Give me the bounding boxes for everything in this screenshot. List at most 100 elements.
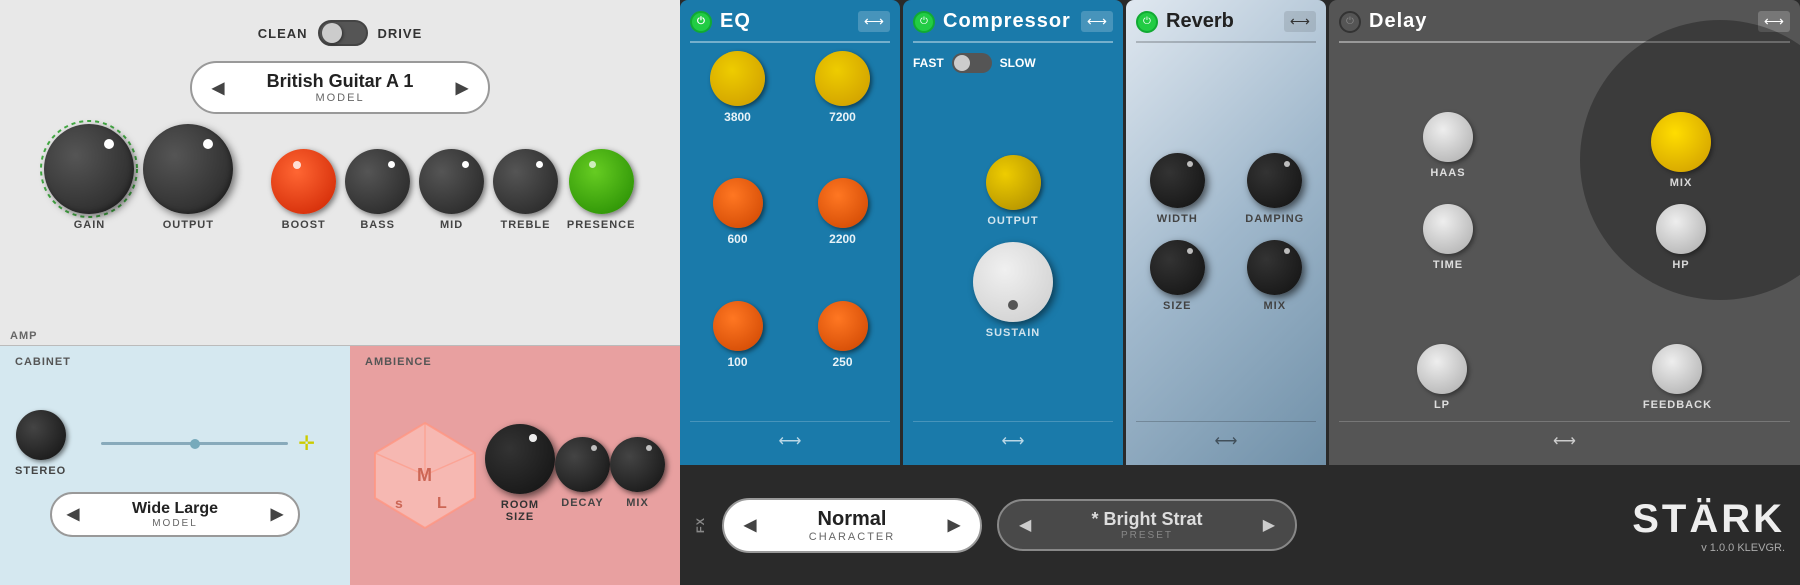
amp-knobs-row: GAIN OUTPUT BOOST BASS [30,124,650,231]
presence-label: PRESENCE [567,219,636,231]
eq-knob-3800[interactable] [710,51,765,106]
delay-lp-label: LP [1434,399,1450,411]
ambience-mix-label: MIX [626,497,649,509]
fast-slow-row: FAST SLOW [913,53,1113,73]
mid-knob[interactable] [419,149,484,214]
clean-drive-toggle[interactable] [318,20,368,46]
comp-expand-btn[interactable]: ⟷ [1081,11,1113,32]
character-arrow-right[interactable]: ▶ [948,515,960,535]
model-name: British Guitar A 1 [234,71,445,92]
slow-label: SLOW [1000,56,1036,70]
eq-freq-100: 100 [727,355,747,369]
comp-sustain-knob[interactable] [973,242,1053,322]
eq-band-3800: 3800 [690,51,785,168]
character-arrow-left[interactable]: ◀ [744,515,756,535]
cabinet-model-selector: ◀ Wide Large MODEL ▶ [50,492,300,537]
ambience-section: AMBIENCE M s L [350,346,680,585]
eq-expand-btn[interactable]: ⟷ [858,11,890,32]
preset-arrow-right[interactable]: ▶ [1263,515,1275,535]
delay-mix-knob[interactable] [1651,112,1711,172]
delay-hp-label: HP [1672,259,1689,271]
boost-knob[interactable] [271,149,336,214]
room-size-knob[interactable] [485,424,555,494]
eq-knob-250[interactable] [818,301,868,351]
reverb-expand-btn[interactable]: ⟷ [1284,11,1316,32]
reverb-damping-knob[interactable] [1247,153,1302,208]
comp-output-knob[interactable] [986,155,1041,210]
stark-logo-text: STÄRK [1632,497,1785,542]
delay-footer: ⟷ [1339,421,1790,455]
cube-icon: M s L [365,413,485,533]
eq-band-250: 250 [795,301,890,413]
delay-hp-knob[interactable] [1656,204,1706,254]
crosshair-icon: ✛ [298,431,315,456]
eq-band-600: 600 [690,178,785,290]
fast-label: FAST [913,56,944,70]
reverb-size-label: SIZE [1163,300,1191,312]
stark-maker: KLEVGR. [1737,542,1785,554]
delay-feedback-group: FEEDBACK [1643,344,1712,411]
slider-track[interactable] [101,442,288,445]
eq-freq-600: 600 [727,232,747,246]
delay-expand-footer[interactable]: ⟷ [1339,427,1790,455]
output-knob[interactable] [143,124,233,214]
decay-group: DECAY [555,437,610,509]
eq-power-btn[interactable]: ⏻ [690,11,712,33]
model-sub: MODEL [234,92,445,104]
preset-arrow-left[interactable]: ◀ [1019,515,1031,535]
ambience-mix-knob[interactable] [610,437,665,492]
bass-knob[interactable] [345,149,410,214]
stereo-knob[interactable] [16,410,66,460]
eq-knob-2200[interactable] [818,178,868,228]
eq-knob-600[interactable] [713,178,763,228]
cabinet-arrow-right[interactable]: ▶ [271,504,283,524]
presence-knob[interactable] [569,149,634,214]
toggle-knob [322,23,342,43]
output-label: OUTPUT [163,219,214,231]
delay-time-knob[interactable] [1423,204,1473,254]
reverb-size-knob[interactable] [1150,240,1205,295]
model-arrow-right[interactable]: ▶ [456,78,468,98]
preset-name: * Bright Strat [1041,509,1252,530]
room-size-label: ROOM SIZE [501,499,539,523]
fast-slow-toggle[interactable] [952,53,992,73]
eq-expand-footer[interactable]: ⟷ [690,427,890,455]
cabinet-controls: STEREO ✛ [15,410,335,477]
bass-group: BASS [345,149,410,231]
eq-knob-100[interactable] [713,301,763,351]
cabinet-label: CABINET [15,356,335,368]
delay-lp-knob2[interactable] [1417,344,1467,394]
comp-expand-footer[interactable]: ⟷ [913,427,1113,455]
comp-toggle-knob [954,55,970,71]
cabinet-arrow-left[interactable]: ◀ [67,504,79,524]
eq-band-2200: 2200 [795,178,890,290]
bottom-bar: FX ◀ Normal CHARACTER ▶ ◀ * Bright Strat… [680,465,1800,585]
decay-knob[interactable] [555,437,610,492]
reverb-expand-footer[interactable]: ⟷ [1136,427,1316,455]
reverb-mix-group: MIX [1234,240,1317,312]
comp-footer: ⟷ [913,421,1113,455]
amp-section: CLEAN DRIVE ◀ British Guitar A 1 MODEL ▶ [0,0,680,585]
comp-title: Compressor [943,10,1071,33]
comp-power-btn[interactable]: ⏻ [913,11,935,33]
reverb-mix-knob[interactable] [1247,240,1302,295]
delay-power-btn[interactable]: ⏻ [1339,11,1361,33]
comp-sustain-label: SUSTAIN [986,327,1040,339]
eq-title: EQ [720,10,751,33]
comp-panel: ⏻ Compressor ⟷ FAST SLOW OUTPUT [903,0,1123,465]
svg-text:M: M [417,465,432,485]
eq-knob-7200[interactable] [815,51,870,106]
model-arrow-left[interactable]: ◀ [212,78,224,98]
eq-footer: ⟷ [690,421,890,455]
delay-mix-group: MIX [1572,112,1790,189]
comp-knobs: OUTPUT SUSTAIN [913,83,1113,411]
treble-knob[interactable] [493,149,558,214]
reverb-power-btn[interactable]: ⏻ [1136,11,1158,33]
delay-time-label: TIME [1433,259,1463,271]
gain-knob[interactable] [44,124,134,214]
delay-haas-knob[interactable] [1423,112,1473,162]
delay-time-group: TIME [1339,204,1557,271]
reverb-width-knob[interactable] [1150,153,1205,208]
delay-haas-group: HAAS [1339,112,1557,189]
delay-feedback-knob[interactable] [1652,344,1702,394]
